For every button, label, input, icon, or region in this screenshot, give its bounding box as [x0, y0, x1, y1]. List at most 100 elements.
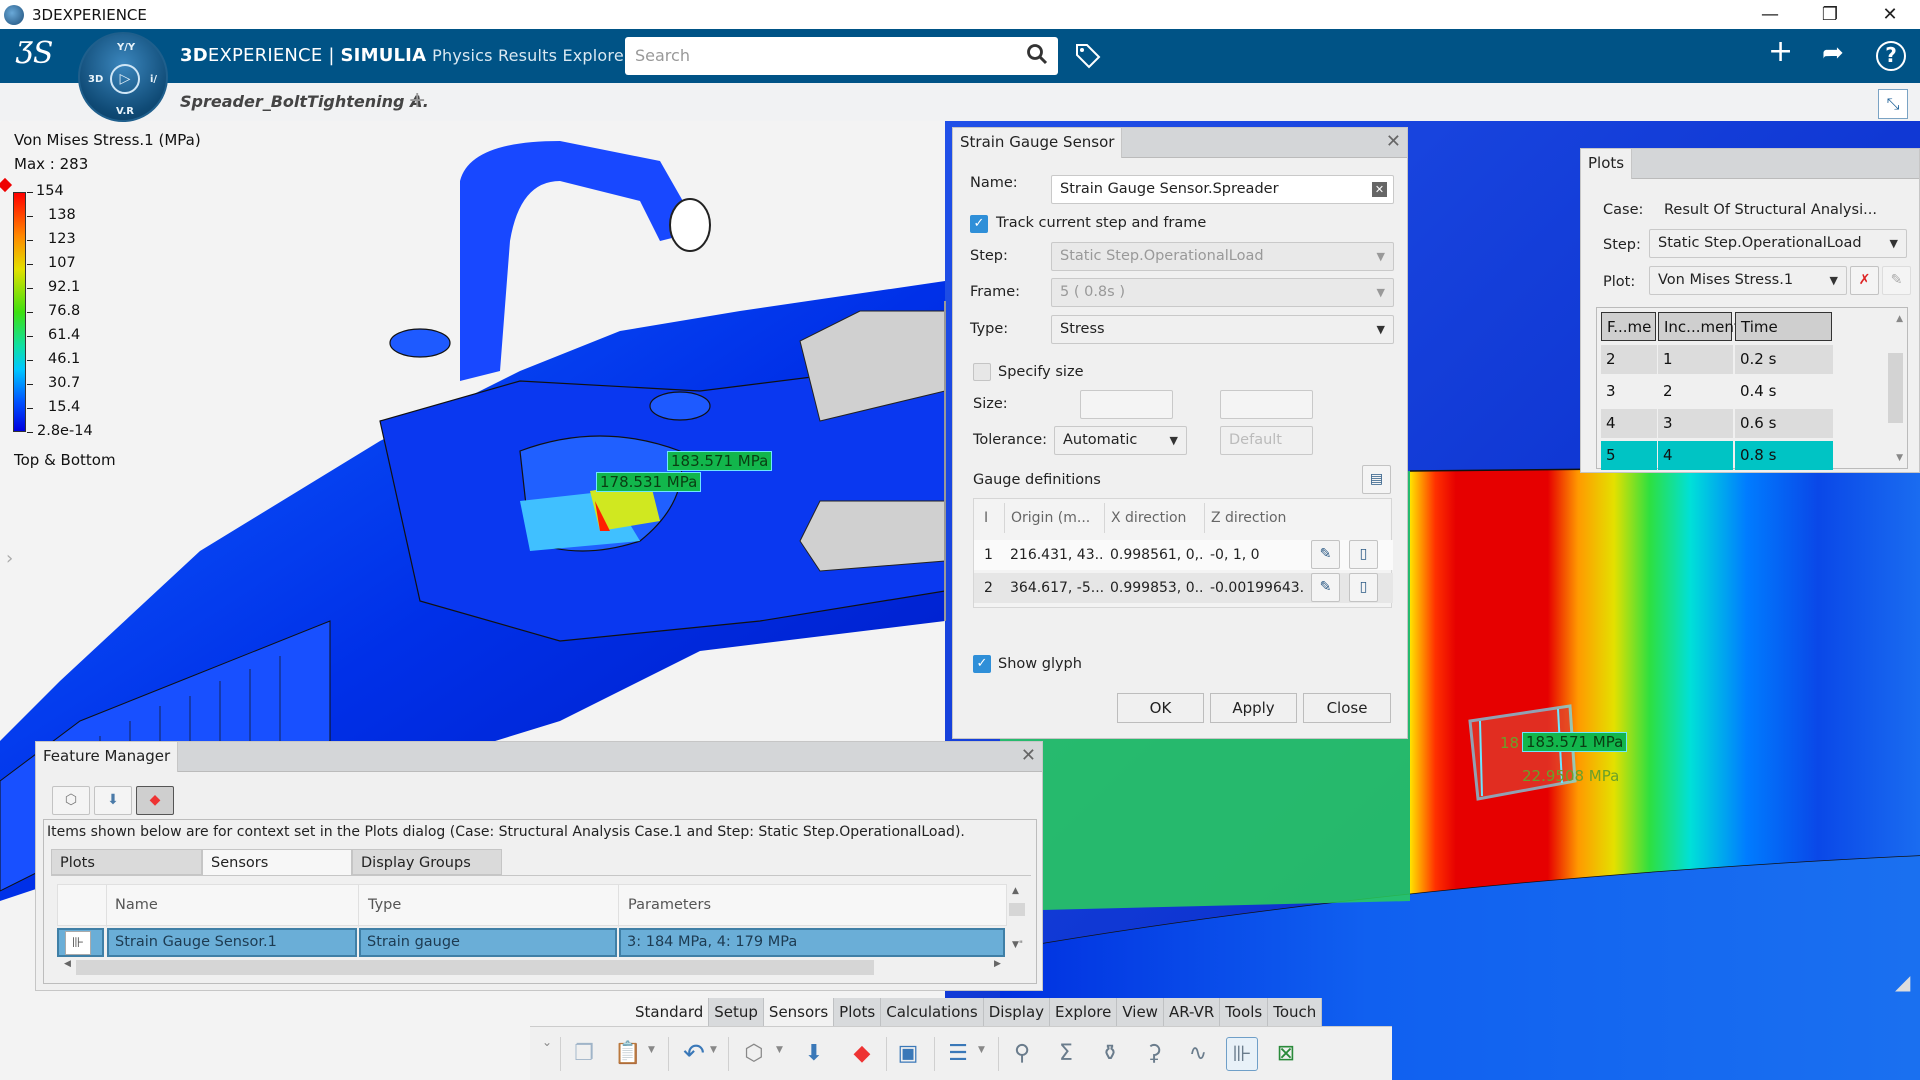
sensor-probe-icon[interactable]: ⚲ — [1006, 1037, 1038, 1071]
ribbon-tab-display[interactable]: Display — [983, 998, 1051, 1026]
compass-right-label[interactable]: i/ — [150, 74, 157, 85]
frame-row-frame[interactable]: 5 — [1601, 441, 1657, 470]
ribbon-tab-setup[interactable]: Setup — [709, 998, 764, 1026]
sensor-summary-icon[interactable]: Σ — [1050, 1037, 1082, 1071]
compass-top-label[interactable]: Y/Y — [117, 42, 135, 53]
size-field-1[interactable] — [1080, 390, 1173, 419]
ribbon-tab-view[interactable]: View — [1117, 998, 1164, 1026]
ribbon-collapse-icon[interactable]: ⌄ — [542, 1035, 552, 1049]
name-field[interactable]: Strain Gauge Sensor.Spreader ✕ — [1051, 175, 1394, 204]
col-type[interactable]: Type — [368, 897, 401, 913]
ribbon-tab-plots[interactable]: Plots — [834, 998, 882, 1026]
strain-gauge-glyph[interactable] — [1460, 701, 1580, 811]
add-gauge-button[interactable]: ▤ — [1362, 465, 1391, 494]
frame-row-increment[interactable]: 1 — [1658, 345, 1733, 374]
gauge-row[interactable]: 1 216.431, 43.... 0.998561, 0,... -0, 1,… — [974, 540, 1393, 570]
col-increment[interactable]: Inc...ment — [1658, 312, 1740, 341]
compass-widget[interactable]: Y/Y 3D i/ V.R ▷ — [78, 32, 168, 122]
compass-left-label[interactable]: 3D — [88, 74, 103, 85]
scroll-right-icon[interactable]: ▶ — [994, 959, 1001, 969]
undo-icon[interactable]: ↶ — [678, 1037, 710, 1071]
frame-row-frame[interactable]: 2 — [1601, 345, 1657, 374]
add-tab-button[interactable]: + — [408, 88, 426, 113]
col-frame[interactable]: F...me — [1601, 312, 1656, 341]
ribbon-tab-ar-vr[interactable]: AR-VR — [1163, 998, 1221, 1026]
chevron-down-icon[interactable]: ▼ — [776, 1045, 783, 1055]
show-glyph-checkbox[interactable]: ✓ — [973, 655, 991, 673]
gauge-row[interactable]: 2 364.617, -5.... 0.999853, 0... -0.0019… — [974, 573, 1393, 603]
restore-button[interactable]: ❐ — [1802, 0, 1858, 29]
col-time[interactable]: Time — [1735, 312, 1832, 341]
ok-button[interactable]: OK — [1117, 693, 1204, 723]
apply-button[interactable]: Apply — [1210, 693, 1297, 723]
frame-row-increment[interactable]: 3 — [1658, 409, 1733, 438]
clear-name-icon[interactable]: ✕ — [1372, 182, 1387, 197]
tag-icon[interactable] — [1074, 42, 1102, 76]
delete-gauge-2-button[interactable]: ▯ — [1349, 573, 1378, 602]
sensor-frequency-icon[interactable]: ∿ — [1182, 1037, 1214, 1071]
chevron-down-icon[interactable]: ▼ — [710, 1045, 717, 1055]
size-field-2[interactable] — [1220, 390, 1313, 419]
animation-icon[interactable]: ▣ — [892, 1037, 924, 1071]
specify-size-checkbox[interactable] — [973, 363, 991, 381]
frame-row-increment[interactable]: 4 — [1658, 441, 1733, 470]
scroll-left-icon[interactable]: ◀ — [64, 959, 71, 969]
type-select[interactable]: Stress ▼ — [1051, 315, 1394, 344]
horizontal-scrollbar[interactable] — [76, 960, 874, 975]
geometry-view-button[interactable]: ⬡ — [52, 786, 90, 815]
results-view-button[interactable]: ◆ — [136, 786, 174, 815]
ribbon-tab-standard[interactable]: Standard — [630, 998, 710, 1026]
tab-display-groups[interactable]: Display Groups — [352, 849, 502, 875]
add-icon[interactable]: + — [1768, 34, 1793, 69]
ribbon-tab-tools[interactable]: Tools — [1220, 998, 1269, 1026]
chevron-down-icon[interactable]: ▼ — [978, 1045, 985, 1055]
plot-select[interactable]: Von Mises Stress.1 ▼ — [1649, 266, 1847, 295]
toggle-plot-button[interactable]: ✗ — [1850, 266, 1879, 295]
ribbon-tab-touch[interactable]: Touch — [1268, 998, 1323, 1026]
scroll-up-icon[interactable]: ▲ — [1012, 886, 1019, 896]
sensor-local-icon[interactable]: ⚳ — [1138, 1037, 1170, 1071]
share-icon[interactable]: ➦ — [1822, 38, 1844, 68]
scroll-down-icon[interactable]: ▼" — [1012, 940, 1023, 950]
dialog-close-icon[interactable]: ✕ — [1386, 131, 1401, 152]
scroll-down-icon[interactable]: ▼ — [1896, 453, 1903, 463]
tolerance-select[interactable]: Automatic ▼ — [1054, 426, 1187, 455]
feature-manager-close-icon[interactable]: ✕ — [1021, 745, 1036, 766]
frame-row-time[interactable]: 0.8 s — [1735, 441, 1833, 470]
chevron-down-icon[interactable]: ▼ — [648, 1045, 655, 1055]
search-icon[interactable] — [1026, 43, 1048, 70]
frame-row-time[interactable]: 0.2 s — [1735, 345, 1833, 374]
ribbon-tab-sensors[interactable]: Sensors — [763, 998, 835, 1026]
edit-gauge-1-button[interactable]: ✎ — [1311, 540, 1340, 569]
frame-row-time[interactable]: 0.4 s — [1735, 377, 1833, 406]
close-window-button[interactable]: ✕ — [1862, 0, 1918, 29]
help-icon[interactable]: ? — [1876, 41, 1906, 71]
setup-view-button[interactable]: ⬇ — [94, 786, 132, 815]
expand-left-panel-icon[interactable]: › — [6, 548, 13, 569]
sensor-row[interactable]: ⊪ Strain Gauge Sensor.1 Strain gauge 3: … — [57, 928, 1007, 959]
scroll-up-icon[interactable]: ▲ — [1896, 314, 1903, 324]
tab-sensors[interactable]: Sensors — [202, 849, 352, 875]
close-button[interactable]: Close — [1303, 693, 1391, 723]
frame-row-frame[interactable]: 4 — [1601, 409, 1657, 438]
edit-plot-button[interactable]: ✎ — [1882, 266, 1911, 295]
compass-bottom-label[interactable]: V.R — [116, 106, 134, 117]
frame-row-frame[interactable]: 3 — [1601, 377, 1657, 406]
frame-row-increment[interactable]: 2 — [1658, 377, 1733, 406]
col-parameters[interactable]: Parameters — [628, 897, 711, 913]
paste-icon[interactable]: 📋 — [612, 1037, 644, 1071]
tab-plots[interactable]: Plots — [51, 849, 202, 875]
report-table-icon[interactable]: ☰ — [942, 1037, 974, 1071]
search-input[interactable]: Search — [625, 37, 1058, 75]
ribbon-tab-calculations[interactable]: Calculations — [881, 998, 984, 1026]
results-icon[interactable]: ◆ — [846, 1037, 878, 1071]
copy-icon[interactable]: ❐ — [568, 1037, 600, 1071]
edit-gauge-2-button[interactable]: ✎ — [1311, 573, 1340, 602]
minimize-button[interactable]: — — [1742, 0, 1798, 29]
vertical-scrollbar[interactable] — [1009, 903, 1025, 916]
legend-color-bar[interactable] — [13, 192, 26, 432]
geometry-icon[interactable]: ⬡ — [738, 1037, 770, 1071]
delete-gauge-1-button[interactable]: ▯ — [1349, 540, 1378, 569]
document-tab[interactable]: Spreader_BoltTightening A. — [180, 92, 429, 111]
dassault-logo-icon[interactable]: ƷS — [16, 36, 54, 71]
